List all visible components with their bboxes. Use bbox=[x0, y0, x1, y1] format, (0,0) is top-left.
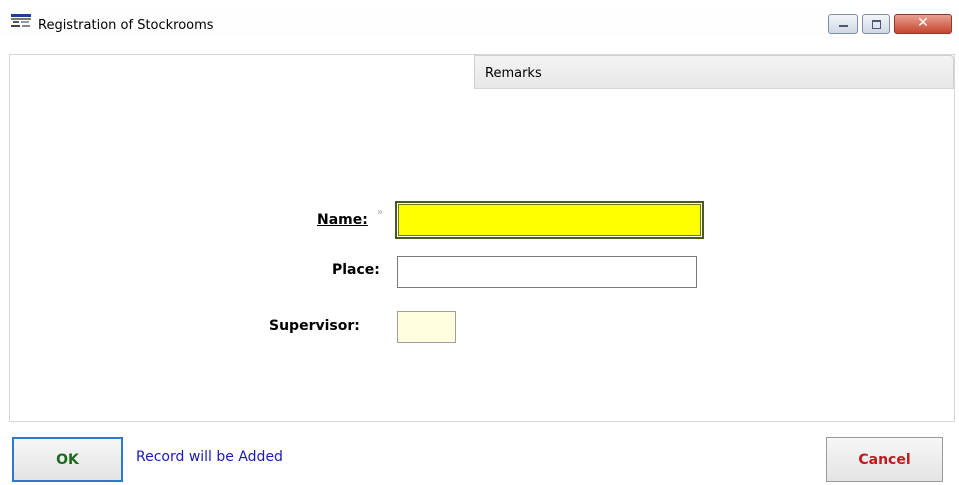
ok-button[interactable]: OK bbox=[12, 437, 123, 482]
name-input[interactable] bbox=[395, 201, 704, 239]
place-label: Place: bbox=[332, 262, 380, 278]
cancel-button[interactable]: Cancel bbox=[826, 437, 943, 482]
place-label-text: Place: bbox=[332, 262, 380, 278]
record-status: Record will be Added bbox=[136, 449, 283, 465]
supervisor-label-text: Supervisor: bbox=[269, 318, 360, 334]
name-label-text: Name: bbox=[317, 212, 368, 228]
tab-remarks[interactable]: Remarks bbox=[474, 55, 954, 89]
place-input[interactable] bbox=[397, 256, 697, 288]
name-label: Name: bbox=[317, 212, 368, 228]
window-title: Registration of Stockrooms bbox=[38, 18, 214, 33]
minimize-button[interactable] bbox=[828, 14, 858, 34]
supervisor-input[interactable] bbox=[397, 311, 456, 343]
title-bar: Registration of Stockrooms ✕ bbox=[0, 0, 959, 38]
tab-remarks-label: Remarks bbox=[485, 66, 542, 81]
close-icon: ✕ bbox=[917, 15, 929, 31]
close-button[interactable]: ✕ bbox=[894, 14, 952, 34]
required-marker: » bbox=[377, 207, 384, 218]
supervisor-label: Supervisor: bbox=[269, 318, 360, 334]
app-icon bbox=[11, 14, 31, 27]
maximize-button[interactable] bbox=[862, 14, 890, 34]
